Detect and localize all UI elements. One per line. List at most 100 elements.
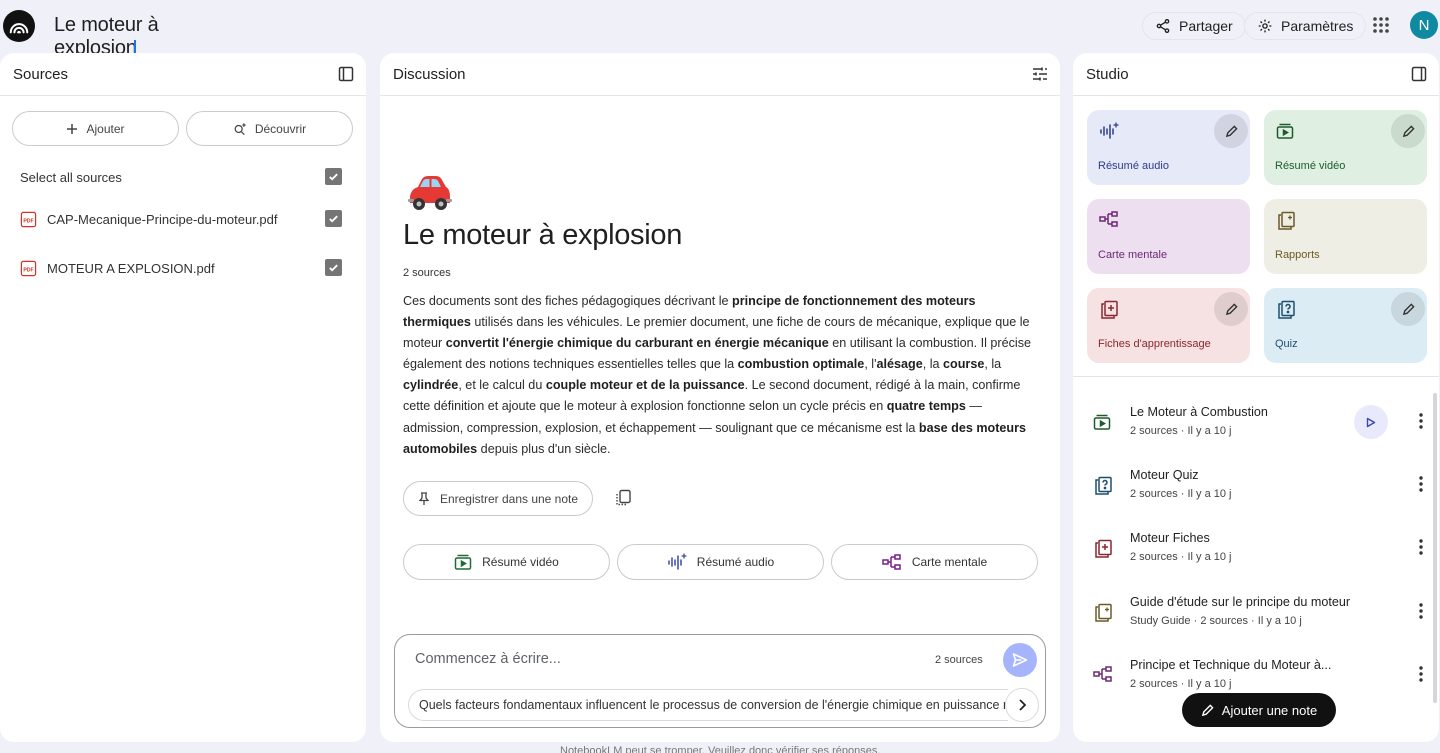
flashcards-tile-label: Fiches d'apprentissage: [1098, 338, 1211, 350]
discover-label: Découvrir: [254, 121, 307, 136]
reports-tile[interactable]: Rapports: [1264, 199, 1427, 274]
mind-map-button[interactable]: Carte mentale: [831, 544, 1038, 580]
composer-source-count: 2 sources: [935, 654, 983, 666]
audio-overview-label: Résumé audio: [696, 555, 775, 569]
video-overview-button[interactable]: Résumé vidéo: [403, 544, 610, 580]
studio-note-item[interactable]: Le Moteur à Combustion 2 sources · Il y …: [1093, 401, 1423, 451]
mind-map-tile[interactable]: Carte mentale: [1087, 199, 1250, 274]
studio-note-item[interactable]: Moteur Quiz 2 sources · Il y a 10 j: [1093, 464, 1423, 514]
studio-note-item[interactable]: Moteur Fiches 2 sources · Il y a 10 j: [1093, 527, 1423, 577]
edit-video-button[interactable]: [1391, 114, 1425, 148]
top-bar: Le moteur à explosion Partager Paramètre…: [0, 0, 1440, 59]
note-meta: 2 sources · Il y a 10 j: [1130, 678, 1232, 690]
source-checkbox[interactable]: [325, 210, 342, 227]
select-all-label: Select all sources: [20, 169, 122, 185]
discover-button[interactable]: Découvrir: [186, 111, 353, 146]
source-checkbox[interactable]: [325, 259, 342, 276]
chat-input[interactable]: [415, 651, 895, 667]
audio-overview-tile[interactable]: Résumé audio: [1087, 110, 1250, 185]
share-icon: [1156, 19, 1170, 33]
edit-quiz-button[interactable]: [1391, 292, 1425, 326]
quiz-tile[interactable]: Quiz: [1264, 288, 1427, 363]
save-to-note-label: Enregistrer dans une note: [439, 491, 579, 506]
studio-divider: [1073, 376, 1439, 377]
studio-panel: Studio Résumé audio Résumé vidéo Carte m…: [1073, 53, 1439, 742]
edit-audio-button[interactable]: [1214, 114, 1248, 148]
summary-bold-segment: cylindrée: [403, 378, 459, 393]
check-icon: [329, 264, 338, 272]
more-vert-icon[interactable]: [1419, 666, 1423, 682]
studio-scrollbar[interactable]: [1433, 393, 1437, 703]
quiz-icon: [1095, 476, 1112, 495]
source-item[interactable]: PDF MOTEUR A EXPLOSION.pdf: [20, 256, 346, 280]
apps-grid-icon[interactable]: [1372, 16, 1390, 34]
audio-spark-icon: [1100, 122, 1119, 139]
check-icon: [329, 173, 338, 181]
note-title: Guide d'étude sur le principe du moteur: [1130, 595, 1351, 609]
note-meta: 2 sources · Il y a 10 j: [1130, 551, 1232, 563]
note-meta: 2 sources · Il y a 10 j: [1130, 488, 1232, 500]
tune-icon[interactable]: [1032, 66, 1048, 82]
pencil-icon: [1402, 124, 1415, 137]
studio-note-item[interactable]: Guide d'étude sur le principe du moteur …: [1093, 591, 1423, 641]
select-all-checkbox[interactable]: [325, 168, 342, 185]
sources-header: Sources: [0, 53, 366, 96]
chat-composer: 2 sources Quels facteurs fondamentaux in…: [394, 634, 1046, 728]
gear-icon: [1258, 19, 1272, 33]
report-icon: [1095, 603, 1112, 622]
svg-text:PDF: PDF: [23, 218, 33, 224]
studio-header: Studio: [1073, 53, 1439, 96]
save-to-note-button[interactable]: Enregistrer dans une note: [403, 481, 593, 516]
more-vert-icon[interactable]: [1419, 413, 1423, 429]
add-note-button[interactable]: Ajouter une note: [1182, 693, 1336, 727]
mind-map-tile-label: Carte mentale: [1098, 249, 1168, 261]
plus-icon: [67, 123, 78, 134]
select-all-row[interactable]: Select all sources: [20, 165, 346, 189]
more-vert-icon[interactable]: [1419, 539, 1423, 555]
discussion-header: Discussion: [380, 53, 1060, 96]
add-source-button[interactable]: Ajouter: [12, 111, 179, 146]
summary-segment: , et le calcul du: [458, 378, 546, 393]
next-suggestion-button[interactable]: [1005, 688, 1039, 722]
copy-icon[interactable]: [614, 489, 632, 507]
more-vert-icon[interactable]: [1419, 603, 1423, 619]
audio-overview-button[interactable]: Résumé audio: [617, 544, 824, 580]
settings-button[interactable]: Paramètres: [1244, 12, 1367, 40]
suggested-question[interactable]: Quels facteurs fondamentaux influencent …: [408, 689, 1008, 721]
video-overview-tile[interactable]: Résumé vidéo: [1264, 110, 1427, 185]
panel-toggle-icon[interactable]: [1411, 66, 1427, 82]
source-item[interactable]: PDF CAP-Mecanique-Principe-du-moteur.pdf: [20, 207, 346, 231]
discussion-panel: Discussion Le moteur à explosion 2 sourc…: [380, 53, 1060, 742]
add-source-label: Ajouter: [86, 121, 125, 136]
flashcards-icon: [1095, 539, 1112, 558]
source-count: 2 sources: [403, 267, 451, 279]
summary-bold-segment: combustion optimale: [737, 357, 865, 372]
summary-bold-segment: alésage: [876, 357, 923, 372]
avatar[interactable]: N: [1410, 11, 1438, 39]
notebook-heading: Le moteur à explosion: [403, 219, 683, 251]
studio-title: Studio: [1086, 65, 1129, 83]
note-meta: 2 sources · Il y a 10 j: [1130, 425, 1232, 437]
note-meta: Study Guide · 2 sources · Il y a 10 j: [1130, 615, 1302, 627]
play-button[interactable]: [1354, 405, 1388, 439]
share-label: Partager: [1179, 18, 1233, 34]
share-button[interactable]: Partager: [1142, 12, 1246, 40]
summary-segment: , la: [922, 357, 944, 372]
source-name: MOTEUR A EXPLOSION.pdf: [47, 260, 215, 276]
check-icon: [329, 215, 338, 223]
pdf-icon: PDF: [20, 211, 37, 227]
mind-map-label: Carte mentale: [911, 555, 988, 569]
chevron-right-icon: [1019, 699, 1027, 711]
panel-toggle-icon[interactable]: [338, 66, 354, 82]
edit-flashcards-button[interactable]: [1214, 292, 1248, 326]
send-button[interactable]: [1003, 643, 1037, 677]
car-emoji-icon: [404, 173, 452, 213]
more-vert-icon[interactable]: [1419, 476, 1423, 492]
flashcards-tile[interactable]: Fiches d'apprentissage: [1087, 288, 1250, 363]
note-title: Moteur Fiches: [1130, 531, 1210, 545]
add-note-label: Ajouter une note: [1221, 702, 1318, 718]
notebooklm-logo-icon[interactable]: [3, 10, 35, 42]
video-icon: [1276, 123, 1294, 139]
video-overview-label: Résumé vidéo: [482, 555, 559, 569]
video-icon: [1093, 414, 1111, 430]
